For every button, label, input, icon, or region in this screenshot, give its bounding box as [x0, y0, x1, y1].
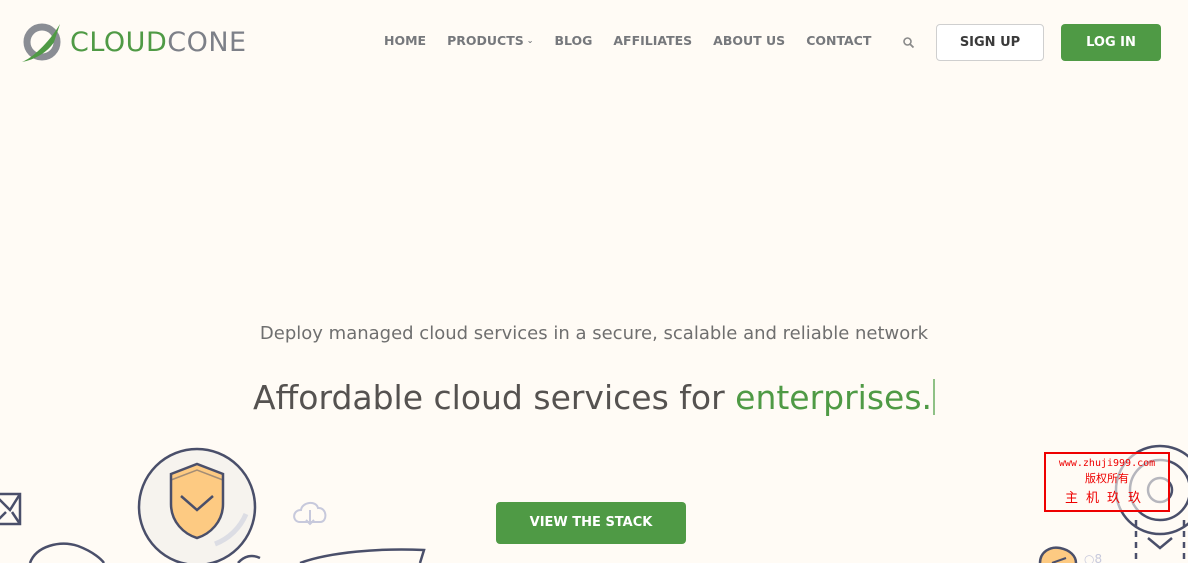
sign-up-button[interactable]: SIGN UP [936, 24, 1044, 61]
wing-shape [299, 548, 426, 563]
bubble-shape [28, 542, 106, 563]
nav-blog-label: BLOG [554, 33, 593, 48]
chevron-down-icon: ⌄ [526, 36, 534, 45]
watermark-url: www.zhuji999.com [1058, 458, 1156, 469]
nav-contact-label: CONTACT [806, 33, 872, 48]
nav-affiliates[interactable]: AFFILIATES [613, 33, 692, 48]
watermark-site-name: 主机玖玖 [1064, 491, 1149, 506]
shield-icon [137, 447, 257, 563]
nav-home[interactable]: HOME [384, 33, 426, 48]
search-icon [903, 37, 915, 49]
nav-products-label: PRODUCTS [447, 33, 524, 48]
site-header: CLOUDCONE HOME PRODUCTS ⌄ BLOG AFFILIATES… [0, 0, 1188, 84]
logo-text-cloud: CLOUD [70, 26, 168, 58]
nav-affiliates-label: AFFILIATES [613, 33, 693, 48]
watermark-copyright: 版权所有 [1085, 472, 1129, 485]
hero-subtitle: Deploy managed cloud services in a secur… [259, 323, 929, 344]
nav-contact[interactable]: CONTACT [806, 33, 871, 48]
envelope-icon [0, 492, 22, 526]
search-button[interactable] [902, 35, 916, 49]
hero-headline: Affordable cloud services for enterprise… [0, 378, 1188, 417]
view-the-stack-button[interactable]: VIEW THE STACK [496, 502, 686, 544]
leaf-shape [237, 554, 261, 563]
nav-blog[interactable]: BLOG [554, 33, 592, 48]
cloud-download-icon [293, 502, 327, 526]
logo-text-cone: CONE [167, 26, 247, 58]
logo-icon [22, 23, 61, 62]
typing-cursor [933, 379, 936, 415]
hero-headline-prefix: Affordable cloud services for [252, 378, 736, 417]
watermark-stamp: www.zhuji999.com 版权所有 主机玖玖 [1044, 452, 1170, 512]
svg-text:○8: ○8 [1084, 552, 1102, 563]
nav-about-us[interactable]: ABOUT US [713, 33, 785, 48]
cloudcone-logo[interactable]: CLOUDCONE [18, 18, 247, 66]
hero-headline-accent: enterprises. [735, 378, 933, 417]
nav-about-us-label: ABOUT US [713, 33, 786, 48]
nav-products[interactable]: PRODUCTS ⌄ [447, 33, 533, 48]
nav-home-label: HOME [384, 33, 427, 48]
main-nav: HOME PRODUCTS ⌄ BLOG AFFILIATES ABOUT US … [384, 33, 892, 48]
logo-text: CLOUDCONE [70, 27, 247, 58]
log-in-button[interactable]: LOG IN [1061, 24, 1161, 61]
